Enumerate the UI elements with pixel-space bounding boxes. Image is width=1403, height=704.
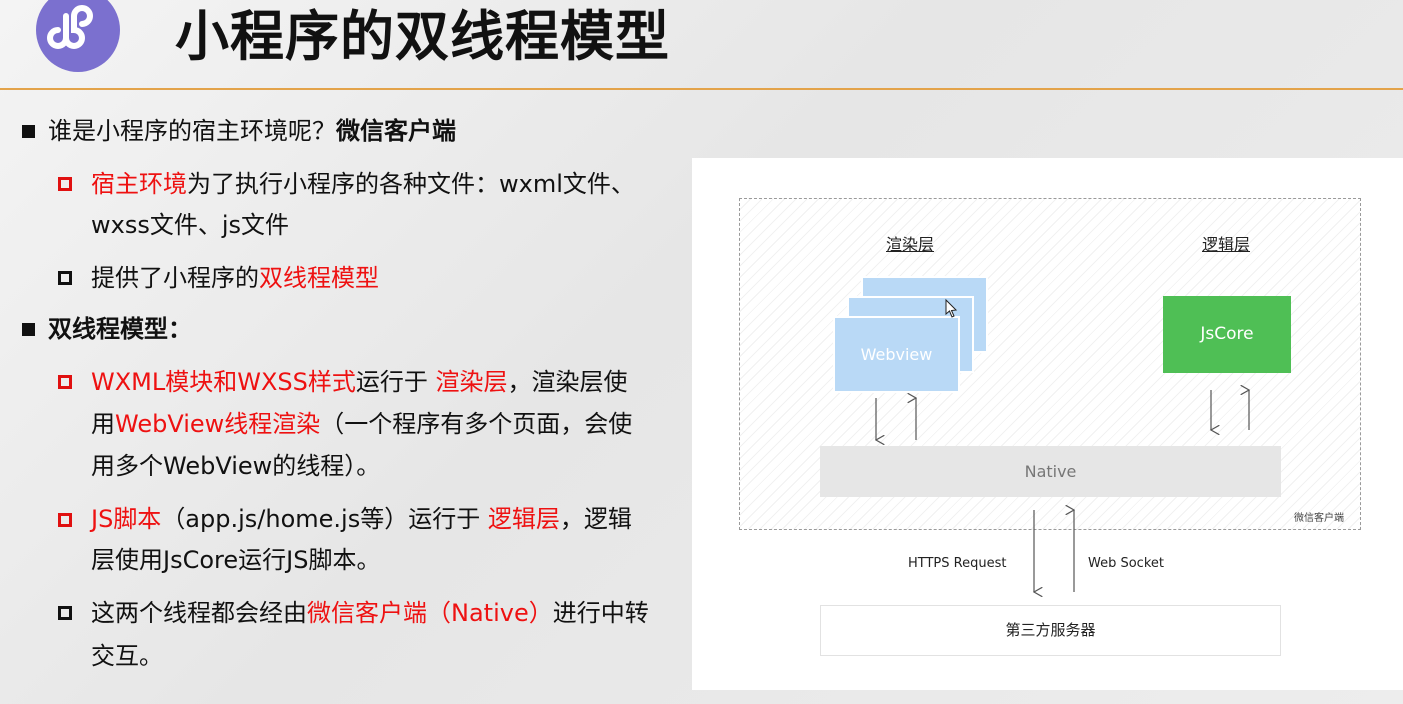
mouse-cursor-icon [945, 298, 958, 318]
diagram-arrows [0, 298, 1403, 704]
